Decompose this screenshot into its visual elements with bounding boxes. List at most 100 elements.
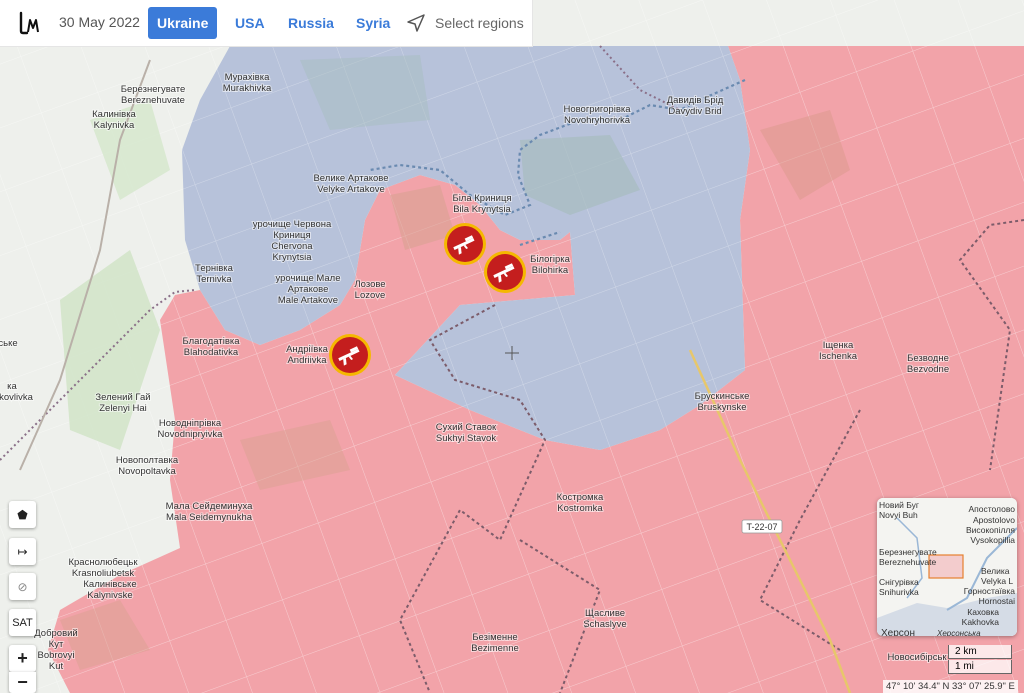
polygon-icon: ⬟: [17, 507, 28, 522]
place-label: урочище Мале: [275, 273, 340, 284]
place-label: Велике Артакове: [313, 173, 388, 184]
minimap-place-label: Novyi Buh: [879, 510, 918, 520]
place-label: Schaslyve: [583, 619, 626, 630]
place-label: Kostromka: [557, 503, 603, 514]
place-label: Краснолюбецьк: [68, 557, 138, 568]
place-label: Калинівське: [83, 579, 136, 590]
place-label: Іщенка: [823, 340, 854, 351]
minimap-place-label: Velyka L: [981, 576, 1013, 586]
minimap-place-label: Каховка: [967, 607, 999, 617]
place-label: Velyke Artakove: [317, 184, 385, 195]
satellite-button[interactable]: SAT: [9, 609, 36, 636]
minimap-place-label: Горностаївка: [964, 586, 1015, 596]
place-label: Blahodativka: [184, 347, 239, 358]
tab-russia[interactable]: Russia: [279, 7, 343, 39]
place-label: Novopoltavka: [118, 466, 176, 477]
rifle-icon[interactable]: [329, 334, 371, 376]
place-label: Безіменне: [472, 632, 517, 643]
minimap-place-label: Hornostai: [979, 596, 1015, 606]
tab-syria[interactable]: Syria: [347, 7, 399, 39]
minimap[interactable]: Новий Буг Novyi Buh Апостолово Apostolovo Ви…: [877, 498, 1017, 636]
rifle-icon[interactable]: [444, 223, 486, 265]
place-label: Bilohirka: [532, 265, 569, 276]
place-label: Krynytsia: [272, 252, 312, 263]
place-label: Артакове: [288, 284, 329, 295]
place-label: Андріївка: [286, 344, 329, 355]
rifle-icon[interactable]: [484, 251, 526, 293]
place-label: Lozove: [355, 290, 386, 301]
place-label: Ischenka: [819, 351, 858, 362]
tab-ukraine[interactable]: Ukraine: [148, 7, 218, 39]
place-label: Kalynivka: [94, 120, 135, 131]
place-label: Bila Krynytsia: [453, 204, 511, 215]
place-label: Зелений Гай: [95, 392, 150, 403]
minimap-place-label: Херсонська: [936, 629, 981, 636]
plus-icon: +: [17, 648, 28, 668]
scale-mi: 1 mi: [948, 660, 1012, 674]
scale-km: 2 km: [948, 645, 1012, 659]
place-label: Костромка: [557, 492, 604, 503]
minimap-place-label: Херсон: [881, 628, 915, 636]
place-label: Chervona: [271, 241, 313, 252]
place-label: Мала Сейдеминуха: [166, 501, 254, 512]
place-label: Bobrovyi: [38, 650, 75, 661]
eye-slash-icon: ⊘: [17, 579, 28, 594]
road-label: T-22-07: [741, 519, 783, 534]
place-label: Давидів Брід: [667, 95, 724, 106]
place-label: Murakhivka: [223, 83, 272, 94]
measure-button[interactable]: ↦: [9, 538, 36, 565]
place-label: Новогригорівка: [563, 104, 631, 115]
zoom-out-button[interactable]: −: [9, 672, 36, 693]
place-label: Sukhyi Stavok: [436, 433, 496, 444]
minimap-place-label: Апостолово: [968, 504, 1015, 514]
minimap-place-label: Велика: [981, 566, 1010, 576]
place-label: Bereznehuvate: [121, 95, 185, 106]
draw-polygon-button[interactable]: ⬟: [9, 501, 36, 528]
liveuamap-logo-icon[interactable]: [18, 11, 42, 35]
place-label: Мурахівка: [225, 72, 271, 83]
place-label: Добровий: [34, 628, 78, 639]
place-label: Male Artakove: [278, 295, 338, 306]
place-label: Брускинське: [695, 391, 750, 402]
edge-place-label: ське: [0, 338, 18, 349]
minimap-place-label: Березнегувате: [879, 547, 937, 557]
place-label: Bruskynske: [697, 402, 746, 413]
measure-arrow-icon: ↦: [17, 544, 28, 559]
place-label: Mala Seidemynukha: [166, 512, 253, 523]
place-label: Bezimenne: [471, 643, 519, 654]
map-canvas[interactable]: МурахівкаMurakhivkaБерезнегуватеBerezneh…: [0, 0, 1024, 693]
minimap-place-label: Bereznehuvate: [879, 557, 936, 567]
road-label-text: T-22-07: [746, 522, 777, 532]
select-regions-label: Select regions: [435, 15, 524, 31]
place-label: урочище Червона: [253, 219, 332, 230]
hide-layers-button[interactable]: ⊘: [9, 573, 36, 600]
place-label: Krasnoliubetsk: [72, 568, 135, 579]
place-label: Novodnipryivka: [158, 429, 224, 440]
place-label: Andriivka: [287, 355, 327, 366]
satellite-label: SAT: [12, 616, 33, 629]
minimap-place-label: Kakhovka: [962, 617, 1000, 627]
place-label: Безводне: [907, 353, 949, 364]
minimap-place-label: Новий Буг: [879, 500, 919, 510]
edge-place-label: kovlivka: [0, 392, 34, 403]
place-label: Тернівка: [195, 263, 234, 274]
tab-usa[interactable]: USA: [226, 7, 274, 39]
place-label: Новодніпрівка: [159, 418, 222, 429]
minimap-place-label: Високопілля: [966, 525, 1015, 535]
minus-icon: −: [17, 672, 28, 692]
place-label: Криниця: [273, 230, 310, 241]
date-label[interactable]: 30 May 2022: [59, 14, 140, 30]
place-label: Кут: [49, 639, 64, 650]
top-bar: 30 May 2022 Ukraine USA Russia Syria Sel…: [0, 0, 533, 47]
minimap-place-label: Snihurivka: [879, 587, 919, 597]
place-label: Білогірка: [530, 254, 571, 265]
minimap-place-label: Apostolovo: [973, 515, 1015, 525]
place-label: Біла Криниця: [452, 193, 511, 204]
place-label: Березнегувате: [121, 84, 186, 95]
cursor-coordinates: 47° 10' 34.4" N 33° 07' 25.9" E: [883, 680, 1018, 693]
place-label: Kut: [49, 661, 64, 672]
zoom-in-button[interactable]: +: [9, 645, 36, 672]
select-regions-button[interactable]: Select regions: [406, 12, 524, 34]
place-label: Благодатівка: [182, 336, 240, 347]
minimap-place-label: Снігурівка: [879, 577, 919, 587]
